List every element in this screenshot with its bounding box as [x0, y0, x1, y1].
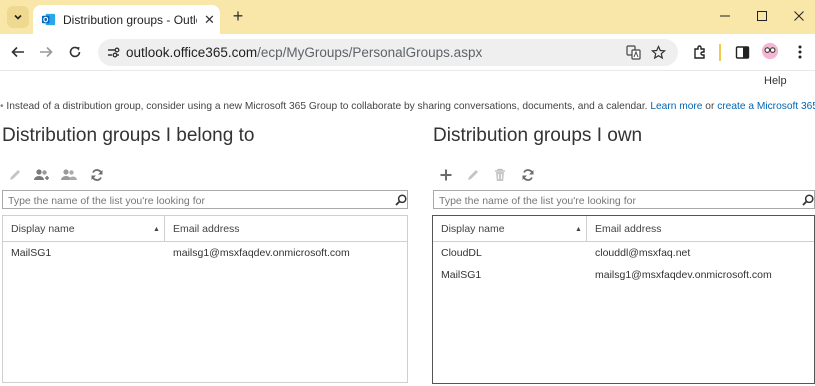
chevron-down-icon: [14, 14, 22, 20]
cell-display-name: MailSG1: [441, 269, 482, 281]
profile-avatar[interactable]: [761, 42, 779, 60]
tab-strip: Distribution groups - Outlook W ✕ +: [0, 0, 815, 34]
owner-search: [433, 190, 815, 210]
member-actions: [6, 166, 116, 186]
info-or: or: [705, 101, 715, 112]
table-row[interactable]: MailSG1 mailsg1@msxfaqdev.onmicrosoft.co…: [3, 242, 407, 264]
site-info-icon[interactable]: [107, 46, 120, 59]
learn-more-link[interactable]: Learn more: [650, 101, 702, 112]
column-label: Email address: [595, 223, 662, 235]
help-link[interactable]: Help: [764, 75, 787, 87]
member-search: [2, 190, 409, 210]
owned-groups-table: Display name ▲ Email address CloudDL clo…: [432, 215, 815, 384]
more-vert-icon[interactable]: [791, 43, 809, 61]
search-icon[interactable]: [393, 192, 409, 208]
outlook-favicon: [41, 13, 56, 26]
column-label: Display name: [11, 223, 75, 235]
cell-email: mailsg1@msxfaqdev.onmicrosoft.com: [595, 269, 772, 281]
maximize-icon[interactable]: [750, 6, 774, 26]
table-header: Display name ▲ Email address: [3, 216, 407, 242]
plus-icon[interactable]: +: [228, 6, 248, 26]
column-email-address[interactable]: Email address: [587, 216, 815, 241]
reload-icon[interactable]: [66, 43, 84, 61]
member-search-input[interactable]: [3, 192, 407, 210]
table-row[interactable]: MailSG1 mailsg1@msxfaqdev.onmicrosoft.co…: [433, 264, 814, 286]
browser-toolbar: outlook.office365.com/ecp/MyGroups/Perso…: [0, 34, 815, 71]
star-icon[interactable]: [651, 45, 666, 60]
delete-icon[interactable]: [491, 166, 509, 184]
sort-asc-icon[interactable]: ▲: [575, 226, 582, 233]
side-panel-icon[interactable]: [733, 43, 751, 61]
url-host: outlook.office365.com: [126, 45, 258, 60]
cell-display-name: CloudDL: [441, 247, 482, 259]
tab-title: Distribution groups - Outlook W: [63, 13, 197, 27]
column-email-address[interactable]: Email address: [165, 216, 405, 241]
owner-search-input[interactable]: [434, 192, 814, 210]
forward-icon[interactable]: [37, 43, 55, 61]
edit-icon[interactable]: [6, 166, 24, 184]
join-group-icon[interactable]: [33, 166, 51, 184]
column-display-name[interactable]: Display name: [433, 216, 587, 241]
close-icon[interactable]: ✕: [204, 13, 215, 26]
owner-panel-title: Distribution groups I own: [433, 125, 643, 146]
close-window-icon[interactable]: [787, 6, 811, 26]
leave-group-icon[interactable]: [60, 166, 78, 184]
refresh-icon[interactable]: [88, 166, 106, 184]
active-tab[interactable]: Distribution groups - Outlook W ✕: [33, 5, 220, 34]
cell-display-name: MailSG1: [11, 247, 52, 259]
table-header: Display name ▲ Email address: [433, 216, 814, 242]
back-icon[interactable]: [9, 43, 27, 61]
url-text: outlook.office365.com/ecp/MyGroups/Perso…: [126, 45, 482, 60]
address-bar[interactable]: outlook.office365.com/ecp/MyGroups/Perso…: [98, 39, 678, 66]
add-icon[interactable]: [437, 166, 455, 184]
create-group-link[interactable]: create a Microsoft 365 Group: [717, 101, 815, 112]
tab-search-button[interactable]: [7, 6, 29, 28]
info-text: Instead of a distribution group, conside…: [6, 101, 648, 112]
table-row[interactable]: CloudDL clouddl@msxfaq.net: [433, 242, 814, 264]
cell-email: clouddl@msxfaq.net: [595, 247, 691, 259]
cell-email: mailsg1@msxfaqdev.onmicrosoft.com: [173, 247, 350, 259]
column-label: Email address: [173, 223, 240, 235]
column-label: Display name: [441, 223, 505, 235]
edit-icon[interactable]: [464, 166, 482, 184]
column-display-name[interactable]: Display name: [3, 216, 165, 241]
info-bullet: •: [0, 101, 4, 112]
owner-actions: [437, 166, 547, 186]
member-panel-title: Distribution groups I belong to: [2, 125, 255, 146]
extensions-icon[interactable]: [691, 43, 709, 61]
search-icon[interactable]: [800, 192, 815, 208]
toolbar-divider: [719, 44, 721, 61]
minimize-icon[interactable]: [713, 6, 737, 26]
sort-asc-icon[interactable]: ▲: [153, 226, 160, 233]
info-banner: • Instead of a distribution group, consi…: [0, 101, 815, 112]
url-path: /ecp/MyGroups/PersonalGroups.aspx: [257, 45, 483, 60]
translate-icon[interactable]: [626, 45, 641, 60]
member-groups-table: Display name ▲ Email address MailSG1 mai…: [2, 215, 408, 383]
refresh-icon[interactable]: [519, 166, 537, 184]
